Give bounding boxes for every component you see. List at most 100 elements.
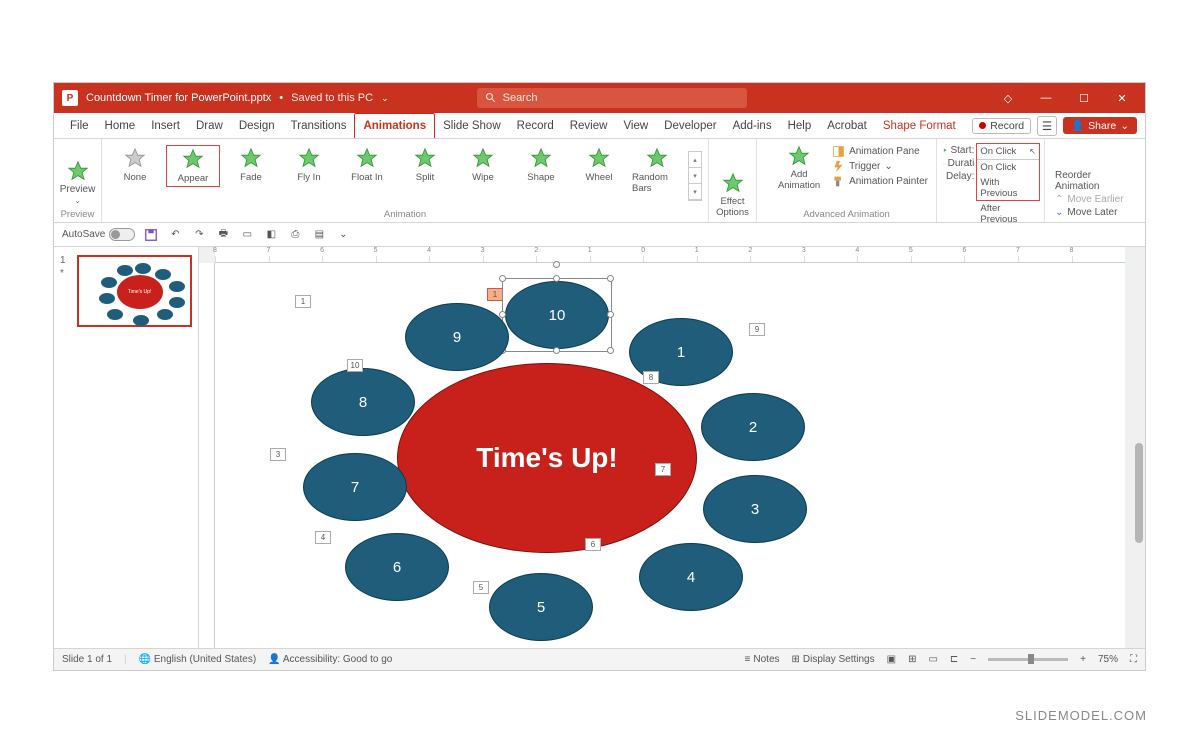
zoom-out-button[interactable]: −	[970, 654, 976, 665]
start-opt-with[interactable]: With Previous	[977, 175, 1039, 201]
countdown-oval-3[interactable]: 3	[703, 475, 807, 543]
tab-file[interactable]: File	[62, 113, 97, 138]
anim-split[interactable]: Split	[398, 145, 452, 185]
chevron-down-icon[interactable]: ⌄	[381, 93, 389, 104]
scrollbar-vertical[interactable]	[1131, 263, 1145, 648]
tab-shapeformat[interactable]: Shape Format	[875, 113, 964, 138]
tab-slideshow[interactable]: Slide Show	[435, 113, 509, 138]
anim-wipe[interactable]: Wipe	[456, 145, 510, 185]
tab-animations[interactable]: Animations	[354, 113, 435, 138]
anim-appear[interactable]: Appear	[166, 145, 220, 187]
slide-canvas[interactable]: Time's Up! 1019119810287337644655	[215, 263, 1125, 648]
fit-button[interactable]: ⛶	[1130, 654, 1137, 665]
anim-tag[interactable]: 6	[585, 538, 601, 551]
slide-editor[interactable]: 87654321012345678 Time's Up! 10191198102…	[199, 247, 1145, 648]
anim-star-icon: *	[60, 268, 64, 279]
tab-acrobat[interactable]: Acrobat	[819, 113, 875, 138]
qat-icon[interactable]: 🖶	[215, 227, 231, 243]
add-animation-button[interactable]: Add Animation	[770, 143, 828, 193]
move-earlier-button[interactable]: ⌃Move Earlier	[1055, 194, 1135, 205]
zoom-level[interactable]: 75%	[1098, 654, 1118, 665]
tab-insert[interactable]: Insert	[143, 113, 188, 138]
countdown-oval-6[interactable]: 6	[345, 533, 449, 601]
qat-icon[interactable]: ▭	[239, 227, 255, 243]
minimize-button[interactable]: —	[1031, 83, 1061, 113]
anim-none[interactable]: None	[108, 145, 162, 185]
anim-shape[interactable]: Shape	[514, 145, 568, 185]
center-oval[interactable]: Time's Up!	[397, 363, 697, 553]
zoom-slider[interactable]	[988, 658, 1068, 661]
animation-painter-button[interactable]: Animation Painter	[832, 175, 928, 188]
countdown-oval-9[interactable]: 9	[405, 303, 509, 371]
tab-record[interactable]: Record	[509, 113, 562, 138]
anim-tag[interactable]: 8	[643, 371, 659, 384]
saved-status[interactable]: Saved to this PC	[291, 92, 373, 104]
anim-float-in[interactable]: Float In	[340, 145, 394, 185]
search-input[interactable]: Search	[477, 88, 747, 108]
anim-tag[interactable]: 7	[655, 463, 671, 476]
anim-tag[interactable]: 5	[473, 581, 489, 594]
qat-icon[interactable]: ⌄	[335, 227, 351, 243]
anim-tag[interactable]: 9	[749, 323, 765, 336]
animation-gallery: NoneAppearFadeFly InFloat InSplitWipeSha…	[108, 141, 702, 207]
countdown-oval-8[interactable]: 8	[311, 368, 415, 436]
effect-options-button[interactable]: Effect Options	[710, 170, 755, 220]
sorter-view-button[interactable]: ⊞	[908, 654, 916, 665]
move-later-button[interactable]: ⌄Move Later	[1055, 207, 1135, 218]
delay-label: Delay:	[943, 171, 974, 182]
anim-tag[interactable]: 1	[487, 288, 503, 301]
qat-icon[interactable]: ▤	[311, 227, 327, 243]
anim-tag[interactable]: 3	[270, 448, 286, 461]
tab-view[interactable]: View	[615, 113, 656, 138]
selection-handles[interactable]	[502, 278, 612, 352]
start-opt-onclick[interactable]: On Click	[977, 160, 1039, 175]
display-settings-button[interactable]: ⊞ Display Settings	[792, 654, 875, 665]
tab-review[interactable]: Review	[562, 113, 616, 138]
animation-pane-button[interactable]: Animation Pane	[832, 145, 928, 158]
qat-icon[interactable]: ⎙	[287, 227, 303, 243]
countdown-oval-4[interactable]: 4	[639, 543, 743, 611]
undo-button[interactable]: ↶	[167, 227, 183, 243]
reading-view-button[interactable]: ▭	[928, 654, 937, 665]
countdown-oval-2[interactable]: 2	[701, 393, 805, 461]
preview-button[interactable]: Preview⌄	[54, 158, 102, 207]
countdown-oval-5[interactable]: 5	[489, 573, 593, 641]
save-button[interactable]	[143, 227, 159, 243]
countdown-oval-7[interactable]: 7	[303, 453, 407, 521]
close-button[interactable]: ✕	[1107, 83, 1137, 113]
anim-random-bars[interactable]: Random Bars	[630, 145, 684, 196]
start-dropdown[interactable]: On Click↖ On Click With Previous After P…	[976, 143, 1040, 201]
work-area: 1 * Time's Up! /*mini ovals drawn below v…	[54, 247, 1145, 648]
redo-button[interactable]: ↷	[191, 227, 207, 243]
qat-icon[interactable]: ◧	[263, 227, 279, 243]
tab-draw[interactable]: Draw	[188, 113, 231, 138]
zoom-in-button[interactable]: +	[1080, 654, 1086, 665]
tab-developer[interactable]: Developer	[656, 113, 724, 138]
maximize-button[interactable]: ☐	[1069, 83, 1099, 113]
diamond-icon[interactable]: ◇	[993, 83, 1023, 113]
share-button[interactable]: 👤 Share ⌄	[1063, 117, 1137, 134]
slide-thumbnail-1[interactable]: Time's Up! /*mini ovals drawn below via …	[77, 255, 192, 327]
start-opt-after[interactable]: After Previous	[977, 201, 1039, 227]
accessibility-button[interactable]: 👤 Accessibility: Good to go	[268, 654, 392, 665]
tab-home[interactable]: Home	[97, 113, 144, 138]
record-button[interactable]: Record	[972, 118, 1031, 134]
trigger-button[interactable]: Trigger ⌄	[832, 160, 928, 173]
gallery-nav[interactable]: ▴▾▾	[688, 151, 702, 201]
slideshow-view-button[interactable]: ⊏	[950, 654, 958, 665]
tab-help[interactable]: Help	[780, 113, 820, 138]
anim-fade[interactable]: Fade	[224, 145, 278, 185]
tab-addins[interactable]: Add-ins	[725, 113, 780, 138]
anim-tag[interactable]: 1	[295, 295, 311, 308]
anim-tag[interactable]: 10	[347, 359, 363, 372]
normal-view-button[interactable]: ▣	[887, 654, 896, 665]
anim-fly-in[interactable]: Fly In	[282, 145, 336, 185]
language-button[interactable]: 🌐 English (United States)	[139, 654, 257, 665]
anim-wheel[interactable]: Wheel	[572, 145, 626, 185]
notes-button[interactable]: ≡ Notes	[745, 654, 780, 665]
anim-tag[interactable]: 4	[315, 531, 331, 544]
tab-transitions[interactable]: Transitions	[283, 113, 355, 138]
tab-design[interactable]: Design	[231, 113, 283, 138]
comments-button[interactable]: ☰	[1037, 116, 1057, 136]
autosave-toggle[interactable]: AutoSave	[62, 228, 135, 241]
